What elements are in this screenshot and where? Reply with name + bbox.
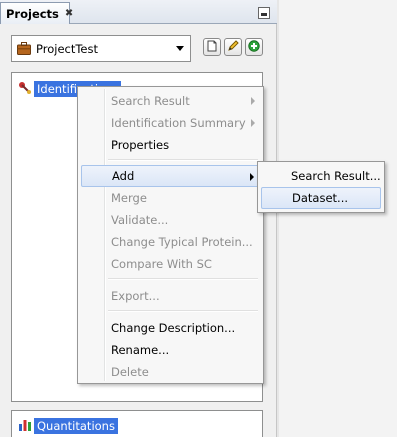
chevron-right-icon: [250, 173, 254, 181]
chevron-right-icon: [251, 97, 255, 105]
menu-item-properties[interactable]: Properties: [81, 134, 260, 156]
tree-node-label: Quantitations: [34, 418, 118, 434]
close-icon[interactable]: ✖: [65, 8, 73, 19]
menu-item-label: Compare With SC: [111, 257, 212, 271]
tab-label: Projects: [6, 6, 59, 21]
menu-separator: [108, 159, 258, 161]
menu-item-label: Validate...: [111, 213, 169, 227]
edit-project-button[interactable]: [224, 38, 242, 56]
add-green-icon: [248, 39, 260, 55]
menu-item-validate[interactable]: Validate...: [81, 209, 260, 231]
menu-item-delete[interactable]: Delete: [81, 361, 260, 383]
submenu-item-label: Dataset...: [292, 191, 349, 205]
chevron-right-icon: [251, 119, 255, 127]
menu-item-label: Change Description...: [111, 321, 236, 335]
menu-item-label: Search Result: [111, 94, 190, 108]
tab-projects[interactable]: Projects ✖: [0, 2, 73, 24]
menu-item-search-result[interactable]: Search Result: [81, 90, 260, 112]
menu-item-label: Add: [112, 169, 135, 183]
bar-chart-icon: [18, 418, 32, 435]
menu-separator: [108, 278, 258, 280]
menu-item-rename[interactable]: Rename...: [81, 339, 260, 361]
menu-item-compare-with-sc[interactable]: Compare With SC: [81, 253, 260, 275]
add-project-button[interactable]: [245, 38, 263, 56]
project-select[interactable]: ProjectTest: [11, 35, 191, 62]
menu-item-label: Change Typical Protein...: [111, 235, 253, 249]
menu-item-label: Rename...: [111, 343, 170, 357]
menu-item-label: Properties: [111, 138, 170, 152]
submenu-item-dataset[interactable]: Dataset...: [261, 187, 381, 209]
chevron-down-icon[interactable]: [170, 36, 190, 61]
new-project-button[interactable]: [203, 38, 221, 56]
submenu-item-search-result[interactable]: Search Result...: [261, 165, 381, 187]
menu-item-label: Export...: [111, 289, 160, 303]
briefcase-icon: [17, 42, 31, 55]
add-submenu: Search Result... Dataset...: [257, 161, 385, 213]
menu-item-identification-summary[interactable]: Identification Summary: [81, 112, 260, 134]
menu-item-change-description[interactable]: Change Description...: [81, 317, 260, 339]
menu-item-export[interactable]: Export...: [81, 285, 260, 307]
project-select-value: ProjectTest: [36, 41, 98, 56]
context-menu: Search Result Identification Summary Pro…: [77, 86, 264, 384]
menu-item-merge[interactable]: Merge: [81, 187, 260, 209]
edit-pencil-icon: [227, 39, 239, 55]
menu-item-add[interactable]: Add: [81, 165, 260, 187]
menu-item-label: Merge: [111, 191, 147, 205]
editor-area: [277, 0, 397, 437]
identification-icon: [18, 81, 32, 98]
minimize-icon[interactable]: [258, 7, 270, 19]
new-document-icon: [206, 40, 218, 55]
menu-item-label: Delete: [111, 365, 149, 379]
menu-item-change-typical-protein[interactable]: Change Typical Protein...: [81, 231, 260, 253]
submenu-item-label: Search Result...: [291, 169, 381, 183]
menu-separator: [108, 310, 258, 312]
tree-node-quantitations[interactable]: Quantitations: [18, 417, 118, 435]
menu-item-label: Identification Summary: [111, 116, 246, 130]
